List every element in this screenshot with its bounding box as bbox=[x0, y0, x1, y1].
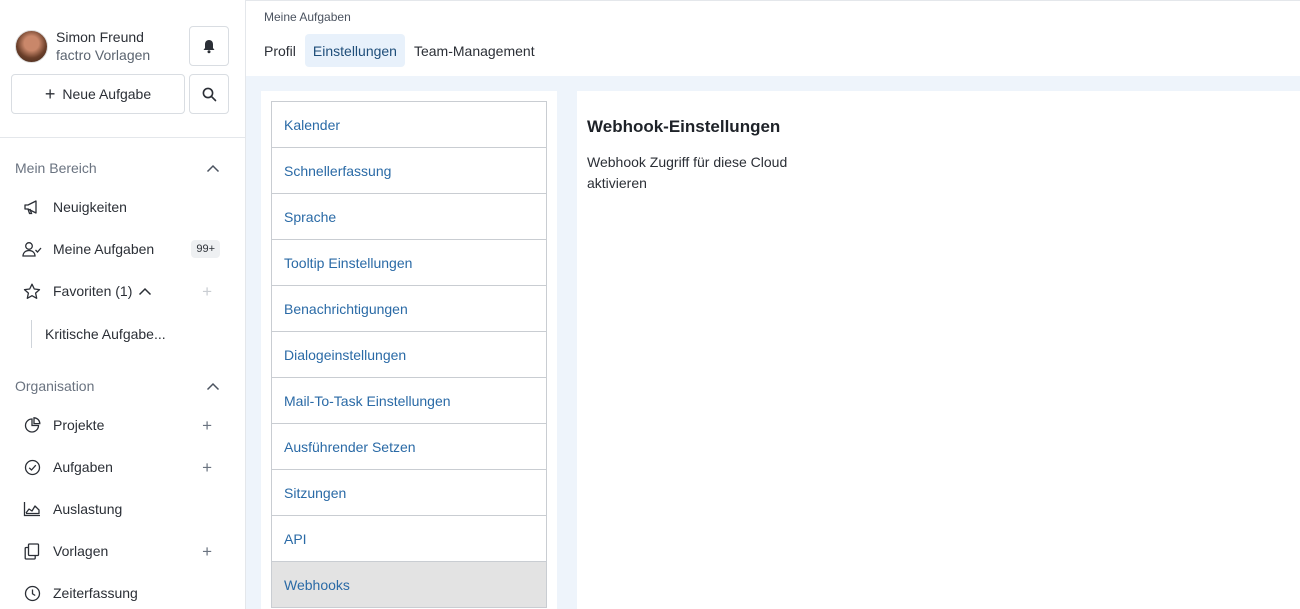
detail-panel: Webhook-Einstellungen Webhook Zugriff fü… bbox=[577, 91, 1300, 609]
task-count-badge: 99+ bbox=[191, 240, 220, 258]
settings-item-sprache[interactable]: Sprache bbox=[272, 194, 546, 240]
check-circle-icon bbox=[24, 459, 40, 475]
sidebar-item-label: Neuigkeiten bbox=[53, 199, 127, 215]
chevron-up-icon bbox=[206, 164, 220, 172]
sidebar-item-zeiterfassung[interactable]: Zeiterfassung bbox=[22, 581, 222, 605]
sidebar-item-label: Projekte bbox=[53, 417, 105, 433]
settings-item-webhooks[interactable]: Webhooks bbox=[272, 562, 546, 608]
sidebar-item-label: Zeiterfassung bbox=[53, 585, 138, 601]
favorite-item-label: Kritische Aufgabe... bbox=[45, 326, 166, 342]
sidebar-item-aufgaben[interactable]: Aufgaben + bbox=[22, 455, 222, 479]
webhook-access-label: Webhook Zugriff für diese Cloud aktivier… bbox=[587, 154, 788, 191]
tab-profil[interactable]: Profil bbox=[256, 34, 304, 67]
user-profile[interactable]: Simon Freund factro Vorlagen bbox=[15, 28, 150, 64]
settings-item-ausfuehrender[interactable]: Ausführender Setzen bbox=[272, 424, 546, 470]
search-button[interactable] bbox=[189, 74, 229, 114]
section-organisation[interactable]: Organisation bbox=[15, 378, 220, 394]
user-check-icon bbox=[22, 242, 42, 257]
add-task-icon[interactable]: + bbox=[202, 459, 212, 476]
megaphone-icon bbox=[24, 200, 37, 215]
settings-item-dialogeinstellungen[interactable]: Dialogeinstellungen bbox=[272, 332, 546, 378]
detail-title: Webhook-Einstellungen bbox=[587, 117, 781, 136]
add-template-icon[interactable]: + bbox=[202, 543, 212, 560]
settings-item-sitzungen[interactable]: Sitzungen bbox=[272, 470, 546, 516]
settings-item-mail-to-task[interactable]: Mail-To-Task Einstellungen bbox=[272, 378, 546, 424]
sidebar-item-vorlagen[interactable]: Vorlagen + bbox=[22, 539, 222, 563]
sidebar-item-meine-aufgaben[interactable]: Meine Aufgaben 99+ bbox=[22, 237, 222, 261]
chevron-up-icon bbox=[206, 382, 220, 390]
copy-icon bbox=[24, 542, 40, 560]
breadcrumb[interactable]: Meine Aufgaben bbox=[264, 10, 351, 24]
new-task-button[interactable]: + Neue Aufgabe bbox=[11, 74, 185, 114]
section-my-area-title: Mein Bereich bbox=[15, 160, 97, 176]
sidebar-item-auslastung[interactable]: Auslastung bbox=[22, 497, 222, 521]
section-organisation-title: Organisation bbox=[15, 378, 95, 394]
sidebar-item-favoriten[interactable]: Favoriten (1) + bbox=[22, 279, 222, 303]
settings-item-benachrichtigungen[interactable]: Benachrichtigungen bbox=[272, 286, 546, 332]
area-chart-icon bbox=[23, 502, 40, 517]
settings-item-schnellerfassung[interactable]: Schnellerfassung bbox=[272, 148, 546, 194]
user-name: Simon Freund bbox=[56, 29, 144, 45]
tab-team-management[interactable]: Team-Management bbox=[406, 34, 543, 67]
sidebar-item-label: Meine Aufgaben bbox=[53, 241, 155, 257]
sidebar-item-neuigkeiten[interactable]: Neuigkeiten bbox=[22, 195, 222, 219]
settings-item-kalender[interactable]: Kalender bbox=[272, 102, 546, 148]
plus-icon: + bbox=[44, 84, 56, 104]
star-icon bbox=[23, 283, 41, 299]
tab-bar: Profil Einstellungen Team-Management bbox=[256, 34, 544, 67]
tab-einstellungen[interactable]: Einstellungen bbox=[304, 34, 405, 67]
sidebar-item-label: Vorlagen bbox=[53, 543, 109, 559]
search-icon bbox=[202, 87, 216, 101]
add-favorite-icon[interactable]: + bbox=[202, 283, 212, 300]
bell-icon bbox=[203, 39, 215, 53]
settings-menu: Kalender Schnellerfassung Sprache Toolti… bbox=[271, 101, 547, 608]
sidebar: Simon Freund factro Vorlagen + Neue Aufg… bbox=[0, 0, 246, 609]
settings-item-tooltip[interactable]: Tooltip Einstellungen bbox=[272, 240, 546, 286]
sidebar-item-label: Aufgaben bbox=[53, 459, 113, 475]
settings-item-api[interactable]: API bbox=[272, 516, 546, 562]
sidebar-item-label: Auslastung bbox=[53, 501, 123, 517]
user-org: factro Vorlagen bbox=[56, 47, 151, 63]
header: Meine Aufgaben Profil Einstellungen Team… bbox=[246, 0, 1300, 76]
add-project-icon[interactable]: + bbox=[202, 417, 212, 434]
avatar bbox=[15, 29, 48, 63]
sidebar-item-label: Favoriten (1) bbox=[53, 283, 133, 299]
sidebar-divider bbox=[0, 137, 245, 138]
sidebar-item-projekte[interactable]: Projekte + bbox=[22, 413, 222, 437]
new-task-label: Neue Aufgabe bbox=[62, 86, 152, 102]
chevron-up-icon[interactable] bbox=[138, 287, 152, 296]
notifications-button[interactable] bbox=[189, 26, 229, 66]
clock-icon bbox=[24, 585, 40, 601]
section-my-area[interactable]: Mein Bereich bbox=[15, 160, 220, 176]
favorite-item[interactable]: Kritische Aufgabe... bbox=[31, 320, 166, 348]
pie-chart-icon bbox=[24, 416, 40, 433]
